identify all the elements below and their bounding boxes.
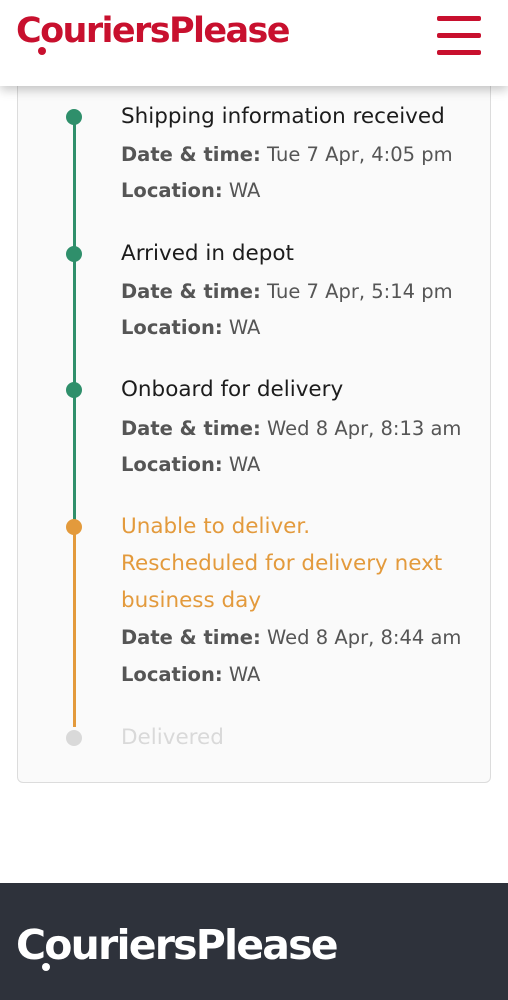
event-title-line-3: business day [121, 588, 262, 613]
timeline-connector-2 [73, 254, 76, 390]
event-datetime: Date & time: Tue 7 Apr, 5:14 pm [121, 280, 453, 304]
location-value: WA [228, 316, 261, 339]
event-location: Location: WA [121, 316, 260, 340]
timeline-connector-1 [73, 117, 76, 253]
couriersplease-footer-logo[interactable]: CouriersPlease [16, 925, 339, 971]
event-datetime: Date & time: Tue 7 Apr, 4:05 pm [121, 143, 453, 167]
logo-text-couriers: Couriers [16, 921, 198, 969]
location-value: WA [228, 663, 261, 686]
timeline-dot-done [66, 246, 82, 262]
event-title: Onboard for delivery [121, 377, 344, 402]
logo-text-please: Please [168, 11, 291, 51]
event-location: Location: WA [121, 179, 260, 203]
location-label: Location: [121, 316, 223, 339]
timeline-connector-3 [73, 390, 76, 527]
timeline-dot-done [66, 109, 82, 125]
location-label: Location: [121, 453, 223, 476]
location-value: WA [228, 179, 261, 202]
couriersplease-logo[interactable]: CouriersPlease [16, 11, 291, 55]
menu-bar-middle [437, 33, 481, 38]
event-datetime: Date & time: Wed 8 Apr, 8:13 am [121, 417, 461, 441]
event-location: Location: WA [121, 453, 260, 477]
timeline-dot-warning [66, 519, 82, 535]
datetime-label: Date & time: [121, 626, 261, 649]
logo-pin-icon [42, 963, 50, 971]
logo-text-please: Please [195, 921, 339, 969]
event-title: Shipping information received [121, 104, 445, 129]
logo-text-couriers: Couriers [16, 11, 171, 51]
timeline-connector-4 [73, 527, 76, 727]
event-title: Arrived in depot [121, 241, 294, 266]
datetime-value: Wed 8 Apr, 8:44 am [267, 626, 462, 649]
event-datetime: Date & time: Wed 8 Apr, 8:44 am [121, 626, 461, 650]
location-value: WA [228, 453, 261, 476]
datetime-value: Tue 7 Apr, 4:05 pm [267, 143, 453, 166]
timeline-dot-done [66, 382, 82, 398]
timeline-dot-pending [66, 730, 82, 746]
menu-bar-bottom [437, 50, 481, 55]
logo-pin-icon [38, 47, 46, 55]
datetime-value: Wed 8 Apr, 8:13 am [267, 417, 462, 440]
datetime-label: Date & time: [121, 143, 261, 166]
location-label: Location: [121, 663, 223, 686]
datetime-label: Date & time: [121, 417, 261, 440]
location-label: Location: [121, 179, 223, 202]
datetime-value: Tue 7 Apr, 5:14 pm [267, 280, 453, 303]
event-location: Location: WA [121, 663, 260, 687]
datetime-label: Date & time: [121, 280, 261, 303]
event-title: Delivered [121, 725, 224, 750]
event-title-line-2: Rescheduled for delivery next [121, 551, 443, 576]
app-header: CouriersPlease [0, 0, 508, 86]
event-title-line-1: Unable to deliver. [121, 514, 311, 539]
hamburger-menu-icon[interactable] [437, 16, 481, 55]
menu-bar-top [437, 16, 481, 21]
app-footer: CouriersPlease [0, 883, 508, 1000]
